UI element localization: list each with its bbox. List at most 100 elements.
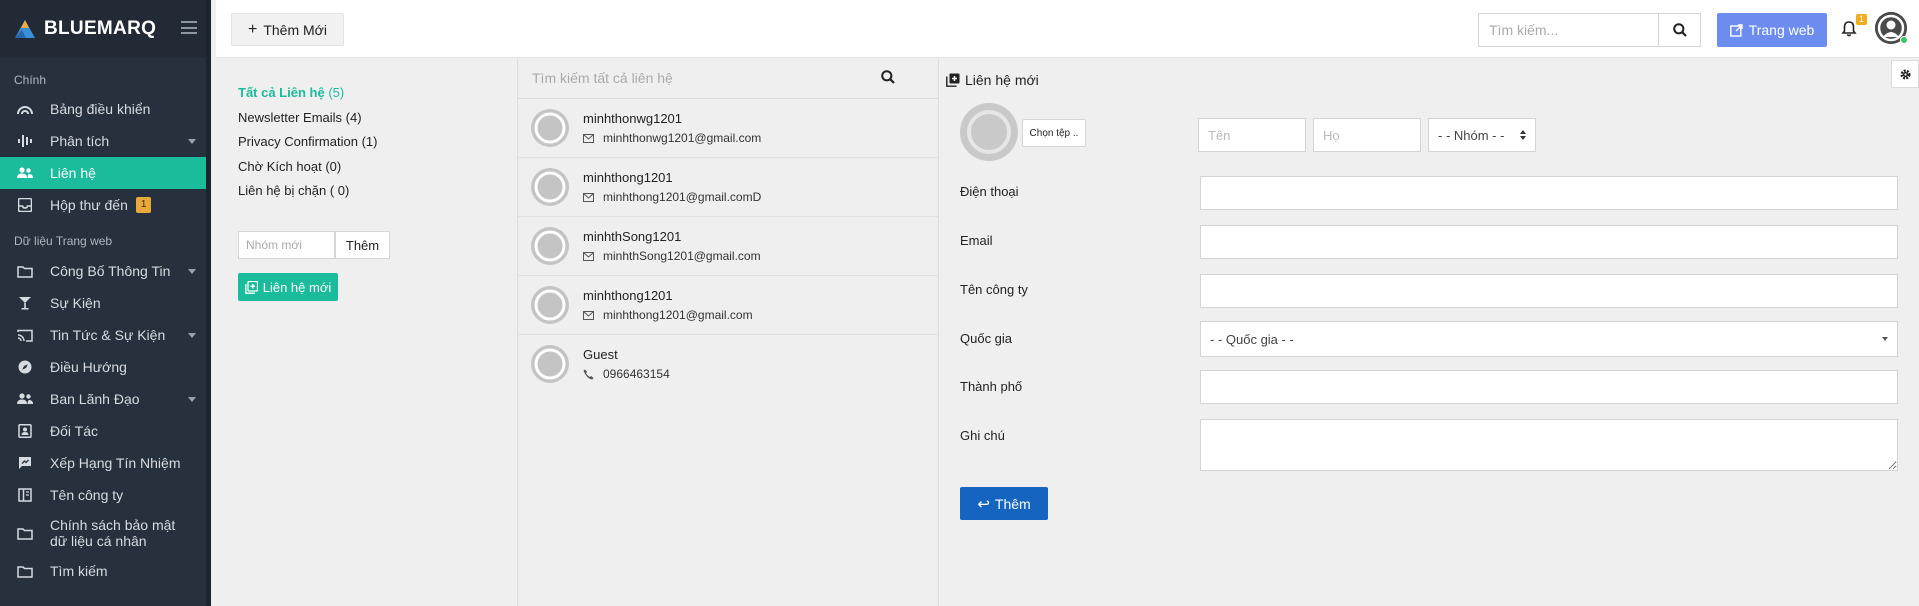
website-button[interactable]: Trang web	[1717, 13, 1827, 47]
search-icon	[1672, 23, 1687, 37]
sidebar-item-partners[interactable]: Đối Tác	[0, 415, 206, 447]
brand-name: BLUEMARQ	[44, 18, 157, 39]
submit-contact-button[interactable]: ↩ Thêm	[960, 487, 1048, 520]
sidebar-item-company-name[interactable]: Tên công ty	[0, 479, 206, 511]
chevron-down-icon	[188, 397, 196, 402]
phone-label: Điện thoại	[960, 184, 1019, 199]
search-icon[interactable]	[881, 70, 895, 84]
new-group-input[interactable]	[238, 231, 335, 259]
new-contact-button[interactable]: Liên hệ mới	[238, 273, 338, 301]
group-item-blocked[interactable]: Liên hệ bị chặn ( 0)	[238, 182, 377, 207]
return-arrow-icon: ↩	[977, 495, 990, 513]
contact-row[interactable]: minhthong1201 minhthong1201@gmail.comD	[518, 158, 939, 217]
phone-input[interactable]	[1200, 176, 1898, 210]
group-item-all[interactable]: Tất cả Liên hệ (5)	[238, 84, 377, 109]
sidebar-item-contacts[interactable]: Liên hệ	[0, 157, 206, 189]
chevron-down-icon	[1882, 337, 1888, 341]
contact-row[interactable]: minhthSong1201 minhthSong1201@gmail.com	[518, 217, 939, 276]
nav-section-main: Chính	[14, 73, 47, 87]
group-item-privacy[interactable]: Privacy Confirmation (1)	[238, 133, 377, 158]
dashboard-icon	[16, 100, 34, 118]
sidebar-item-leadership[interactable]: Ban Lãnh Đạo	[0, 383, 206, 415]
choose-file-button[interactable]: Chọn tệp ..	[1022, 119, 1086, 147]
city-label: Thành phố	[960, 379, 1023, 394]
chevron-down-icon	[188, 333, 196, 338]
group-item-pending[interactable]: Chờ Kích hoạt (0)	[238, 158, 377, 183]
sidebar-item-dashboard[interactable]: Bảng điều khiển	[0, 93, 206, 125]
contact-avatar	[531, 345, 569, 383]
sidebar: BLUEMARQ Chính Bảng điều khiển Phân tích…	[0, 0, 211, 606]
contact-row[interactable]: minhthonwg1201 minhthonwg1201@gmail.com	[518, 99, 939, 158]
contact-avatar	[531, 109, 569, 147]
cast-icon	[16, 326, 34, 344]
sidebar-item-privacy-policy[interactable]: Chính sách bảo mật dữ liệu cá nhân	[0, 511, 206, 555]
contact-search-input[interactable]	[518, 59, 888, 97]
email-label: Email	[960, 233, 993, 248]
groups-panel: Tất cả Liên hệ (5) Newsletter Emails (4)…	[216, 59, 518, 606]
phone-icon	[583, 369, 594, 379]
sidebar-item-search[interactable]: Tìm kiếm	[0, 555, 206, 587]
group-item-newsletter[interactable]: Newsletter Emails (4)	[238, 109, 377, 134]
external-link-icon	[1729, 23, 1743, 37]
contact-row[interactable]: Guest 0966463154	[518, 335, 939, 394]
sidebar-item-credit-rating[interactable]: Xếp Hạng Tín Nhiệm	[0, 447, 206, 479]
sidebar-item-navigation[interactable]: Điều Hướng	[0, 351, 206, 383]
form-title: Liên hệ mới	[946, 72, 1039, 88]
sidebar-item-analytics[interactable]: Phân tích	[0, 125, 206, 157]
online-status-dot	[1900, 36, 1908, 44]
sidebar-item-inbox[interactable]: Hộp thư đến 1	[0, 189, 206, 221]
topbar: + Thêm Mới Trang web 1	[216, 0, 1919, 58]
inbox-icon	[16, 196, 34, 214]
contact-photo-placeholder	[960, 103, 1018, 161]
contacts-icon	[16, 164, 34, 182]
chevron-down-icon	[188, 269, 196, 274]
contact-avatar	[531, 227, 569, 265]
settings-button[interactable]	[1891, 60, 1919, 88]
add-contact-icon	[946, 73, 960, 87]
note-label: Ghi chú	[960, 428, 1005, 443]
add-contact-icon	[244, 280, 258, 294]
sidebar-item-events[interactable]: Sự Kiện	[0, 287, 206, 319]
envelope-icon	[583, 192, 594, 202]
rating-icon	[16, 454, 34, 472]
plus-icon: +	[248, 20, 258, 38]
global-search-input[interactable]	[1478, 13, 1658, 47]
nav-section-web-data: Dữ liệu Trang web	[14, 234, 113, 248]
chevron-down-icon	[188, 139, 196, 144]
company-icon	[16, 486, 34, 504]
hamburger-menu-icon[interactable]	[181, 21, 197, 34]
notification-badge: 1	[1856, 14, 1868, 25]
add-new-button[interactable]: + Thêm Mới	[231, 13, 344, 46]
city-input[interactable]	[1200, 370, 1898, 404]
contact-row[interactable]: minhthong1201 minhthong1201@gmail.com	[518, 276, 939, 335]
group-select[interactable]: - - Nhóm - -	[1428, 118, 1536, 152]
folder-icon	[16, 262, 34, 280]
brand[interactable]: BLUEMARQ	[0, 0, 206, 58]
sidebar-item-news[interactable]: Tin Tức & Sự Kiện	[0, 319, 206, 351]
group-list: Tất cả Liên hệ (5) Newsletter Emails (4)…	[238, 84, 377, 207]
contacts-panel: minhthonwg1201 minhthonwg1201@gmail.com …	[518, 59, 939, 606]
email-input[interactable]	[1200, 225, 1898, 259]
folder-icon	[16, 562, 34, 580]
contact-avatar	[531, 168, 569, 206]
envelope-icon	[583, 310, 594, 320]
note-textarea[interactable]	[1200, 419, 1898, 471]
last-name-input[interactable]	[1313, 118, 1421, 152]
first-name-input[interactable]	[1198, 118, 1306, 152]
contact-card-icon	[16, 422, 34, 440]
event-icon	[16, 294, 34, 312]
country-label: Quốc gia	[960, 331, 1013, 346]
company-label: Tên công ty	[960, 282, 1028, 297]
inbox-count-badge: 1	[135, 197, 152, 213]
company-input[interactable]	[1200, 274, 1898, 308]
sort-arrows-icon	[1520, 130, 1526, 140]
sidebar-item-disclosure[interactable]: Công Bố Thông Tin	[0, 255, 206, 287]
add-group-button[interactable]: Thêm	[335, 231, 390, 259]
brand-logo-icon	[15, 20, 35, 38]
country-select[interactable]: - - Quốc gia - -	[1200, 321, 1898, 357]
compass-icon	[16, 358, 34, 376]
global-search-button[interactable]	[1658, 13, 1701, 47]
contact-search-bar	[518, 59, 939, 99]
people-icon	[16, 390, 34, 408]
envelope-icon	[583, 251, 594, 261]
